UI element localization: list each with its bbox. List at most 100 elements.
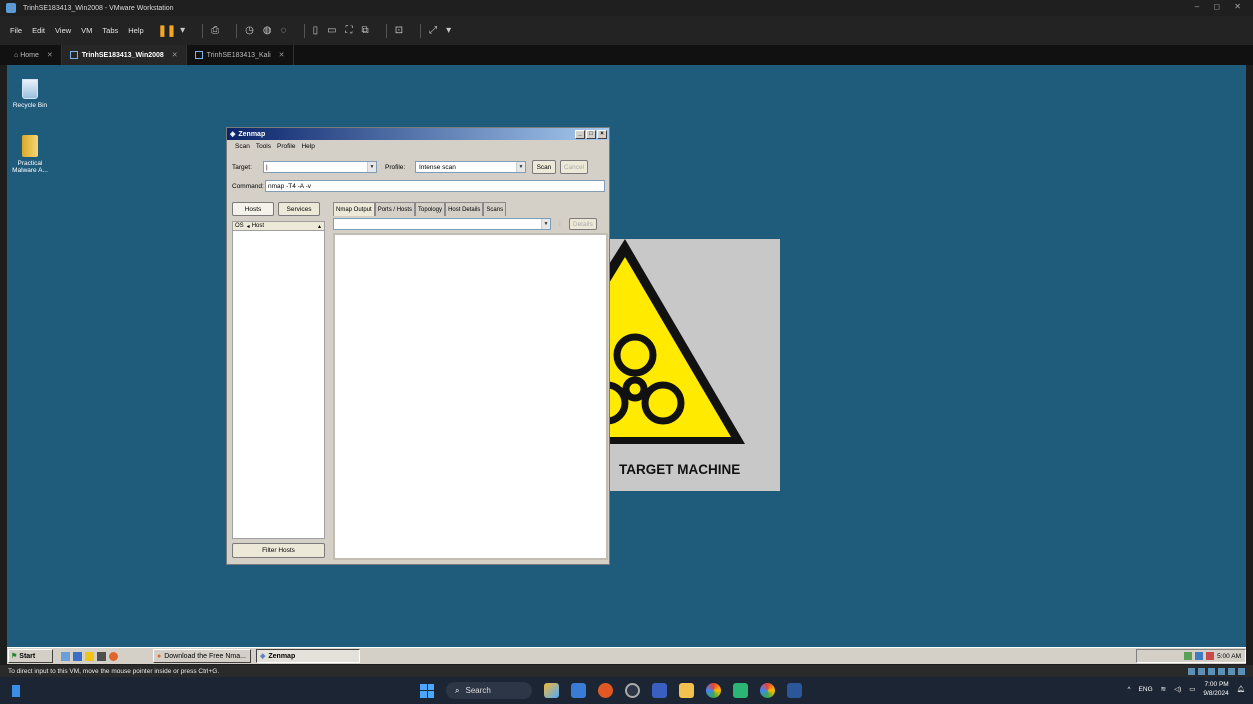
fullscreen-icon[interactable]: ⛶ xyxy=(346,25,353,36)
start-button[interactable]: ⚑ Start xyxy=(8,649,53,663)
task-zenmap[interactable]: ◈ Zenmap xyxy=(256,649,360,663)
file-explorer-icon[interactable] xyxy=(679,683,694,698)
task-label: Download the Free Nma... xyxy=(164,652,246,660)
explorer-icon[interactable] xyxy=(85,651,94,661)
battery-icon[interactable]: ▭ xyxy=(1189,685,1195,693)
alert-icon[interactable] xyxy=(1206,652,1215,660)
zenmap-titlebar[interactable]: ◈ Zenmap _ □ × xyxy=(227,128,609,140)
menu-help[interactable]: Help xyxy=(301,143,314,150)
hard-disk-icon[interactable] xyxy=(1188,667,1195,675)
menu-scan[interactable]: Scan xyxy=(235,143,250,150)
chrome-icon[interactable] xyxy=(706,683,721,698)
column-os[interactable]: OS xyxy=(235,223,244,229)
close-icon[interactable]: ✕ xyxy=(172,51,178,59)
task-view-icon[interactable] xyxy=(571,683,586,698)
network-adapter-icon[interactable] xyxy=(1208,667,1215,675)
sound-icon[interactable] xyxy=(1228,667,1235,675)
vmware-workstation-icon[interactable] xyxy=(733,683,748,698)
revert-snapshot-icon[interactable]: ◍ xyxy=(263,25,272,36)
task-download-nmap[interactable]: ● Download the Free Nma... xyxy=(153,649,251,663)
wifi-icon[interactable]: ≋ xyxy=(1161,685,1166,693)
filter-hosts-button[interactable]: Filter Hosts xyxy=(232,543,325,558)
cd-drive-icon[interactable] xyxy=(1198,667,1205,675)
app-icon[interactable] xyxy=(625,683,640,698)
chevron-down-icon[interactable]: ▼ xyxy=(367,162,376,172)
tab-services[interactable]: Services xyxy=(278,202,320,216)
word-icon[interactable] xyxy=(787,683,802,698)
tab-scans[interactable]: Scans xyxy=(483,202,507,216)
minimize-button[interactable]: _ xyxy=(575,129,585,139)
profile-select[interactable]: Intense scan ▼ xyxy=(415,161,526,173)
library-view-icon[interactable]: ▯ xyxy=(313,25,319,36)
firefox-icon[interactable] xyxy=(109,651,118,661)
guest-desktop[interactable]: Recycle Bin Practical Malware A... TARGE… xyxy=(7,65,1246,647)
console-view-icon[interactable]: ⊡ xyxy=(395,25,403,36)
host-time: 7:00 PM xyxy=(1204,681,1229,688)
zenmap-window[interactable]: ◈ Zenmap _ □ × Scan Tools Profile Help T… xyxy=(226,127,610,565)
windows-start-icon[interactable] xyxy=(420,683,434,698)
chevron-down-icon[interactable]: ▼ xyxy=(541,219,550,229)
chrome-profile-icon[interactable] xyxy=(760,683,775,698)
visual-studio-icon[interactable] xyxy=(652,683,667,698)
firefox-icon[interactable] xyxy=(598,683,613,698)
menu-tools[interactable]: Tools xyxy=(256,143,271,150)
close-button[interactable]: × xyxy=(597,129,607,139)
column-host[interactable]: Host xyxy=(252,223,264,229)
notification-bell-icon[interactable]: 🔔︎ xyxy=(1237,685,1245,693)
thumbnail-view-icon[interactable]: ▭ xyxy=(327,25,336,36)
close-icon[interactable]: ✕ xyxy=(47,51,53,59)
menu-edit[interactable]: Edit xyxy=(32,26,45,35)
pause-icon[interactable]: ❚❚ xyxy=(158,24,176,37)
tab-home[interactable]: ⌂ Home ✕ xyxy=(6,45,62,65)
dropdown-arrow-icon[interactable]: ▾ xyxy=(446,25,451,36)
display-icon[interactable] xyxy=(1238,667,1245,675)
snapshot-manager-icon[interactable]: ◌ xyxy=(281,25,287,36)
command-input[interactable]: nmap -T4 -A -v xyxy=(265,180,605,192)
menu-profile[interactable]: Profile xyxy=(277,143,295,150)
widgets-icon[interactable] xyxy=(12,684,20,697)
chevron-up-icon[interactable]: ^ xyxy=(1127,686,1130,693)
nmap-output-area[interactable] xyxy=(333,233,608,560)
maximize-button[interactable]: □ xyxy=(586,129,596,139)
menu-vm[interactable]: VM xyxy=(81,26,92,35)
send-ctrl-alt-del-icon[interactable]: ⎙ xyxy=(211,25,219,36)
details-button[interactable]: Details xyxy=(568,218,597,230)
tab-win2008[interactable]: TrinhSE183413_Win2008 ✕ xyxy=(61,45,187,65)
vmware-tools-icon[interactable] xyxy=(1195,652,1204,660)
close-icon[interactable]: ✕ xyxy=(279,51,285,59)
network-icon[interactable] xyxy=(1184,652,1193,660)
desktop-icon-recycle-bin[interactable]: Recycle Bin xyxy=(7,79,53,109)
tab-kali[interactable]: TrinhSE183413_Kali ✕ xyxy=(187,45,294,65)
server-manager-icon[interactable] xyxy=(61,651,70,661)
window-controls[interactable]: – ◻ ✕ xyxy=(1195,2,1247,11)
tab-topology[interactable]: Topology xyxy=(415,202,446,216)
menu-help[interactable]: Help xyxy=(128,26,143,35)
tab-host-details[interactable]: Host Details xyxy=(445,202,484,216)
hosts-list[interactable] xyxy=(232,231,325,539)
desktop-icon-folder[interactable]: Practical Malware A... xyxy=(7,135,53,174)
language-indicator[interactable]: ENG xyxy=(1139,686,1153,693)
target-input[interactable]: | ▼ xyxy=(263,161,377,173)
output-host-select[interactable]: ▼ xyxy=(333,218,551,230)
host-search-box[interactable]: ⌕ Search xyxy=(446,682,532,699)
usb-icon[interactable] xyxy=(1218,667,1225,675)
menu-tabs[interactable]: Tabs xyxy=(102,26,118,35)
snapshot-icon[interactable]: ◷ xyxy=(245,25,254,36)
powershell-icon[interactable] xyxy=(73,651,82,661)
cancel-button[interactable]: Cancel xyxy=(560,160,588,174)
host-clock[interactable]: 7:00 PM 9/8/2024 xyxy=(1203,680,1228,698)
tab-nmap-output[interactable]: Nmap Output xyxy=(333,202,375,216)
tab-ports-hosts[interactable]: Ports / Hosts xyxy=(374,202,416,216)
scan-button[interactable]: Scan xyxy=(532,160,556,174)
chevron-down-icon[interactable]: ▼ xyxy=(516,162,525,172)
command-prompt-icon[interactable] xyxy=(97,651,106,661)
stretch-guest-icon[interactable]: ⤢ xyxy=(429,25,437,36)
dropdown-arrow-icon[interactable]: ▾ xyxy=(180,25,185,36)
toolbar-separator xyxy=(303,23,305,38)
volume-icon[interactable]: ◁) xyxy=(1174,685,1181,693)
menu-file[interactable]: File xyxy=(10,26,22,35)
copilot-icon[interactable] xyxy=(544,683,559,698)
menu-view[interactable]: View xyxy=(55,26,71,35)
unity-icon[interactable]: ⧉ xyxy=(362,25,369,36)
tab-hosts[interactable]: Hosts xyxy=(232,202,274,216)
